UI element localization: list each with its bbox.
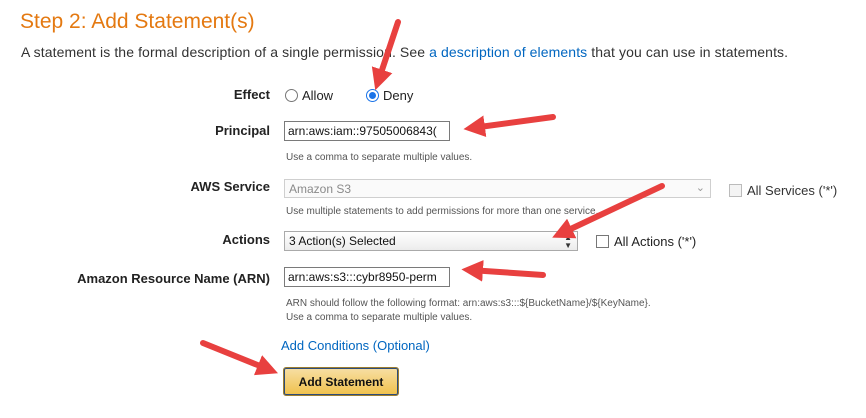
intro-text-after: that you can use in statements. (587, 44, 789, 60)
effect-allow-radio[interactable] (285, 89, 298, 102)
updown-icon: ▲ ▼ (564, 233, 572, 250)
all-actions-checkbox[interactable] (596, 235, 609, 248)
effect-label: Effect (233, 87, 270, 102)
aws-service-select[interactable]: Amazon S3 ⌄ (284, 179, 711, 198)
arrow-to-principal-icon (463, 114, 556, 137)
all-services-label: All Services ('*') (747, 183, 838, 198)
aws-service-value: Amazon S3 (289, 182, 352, 196)
intro-text: A statement is the formal description of… (21, 44, 788, 60)
arn-label: Amazon Resource Name (ARN) (77, 271, 270, 286)
effect-deny-label: Deny (383, 88, 414, 103)
aws-service-label: AWS Service (190, 179, 271, 194)
effect-allow-option[interactable]: Allow (285, 88, 333, 103)
arrow-to-add-statement-icon (200, 340, 279, 376)
principal-input[interactable]: arn:aws:iam::97505006843( (284, 121, 450, 141)
principal-label: Principal (215, 123, 270, 138)
arn-hint-format: ARN should follow the following format: … (286, 298, 651, 309)
description-of-elements-link[interactable]: a description of elements (429, 44, 587, 60)
arrow-to-arn-icon (461, 260, 546, 282)
arn-input[interactable]: arn:aws:s3:::cybr8950-perm (284, 267, 450, 287)
actions-label: Actions (222, 232, 270, 247)
add-statement-button[interactable]: Add Statement (283, 367, 399, 396)
step-title: Step 2: Add Statement(s) (20, 10, 255, 33)
intro-text-before: A statement is the formal description of… (21, 44, 430, 60)
all-actions-label: All Actions ('*') (614, 234, 697, 249)
chevron-down-icon: ⌄ (695, 182, 705, 194)
all-actions-option[interactable]: All Actions ('*') (596, 234, 696, 249)
aws-service-hint: Use multiple statements to add permissio… (286, 206, 599, 217)
actions-select[interactable]: 3 Action(s) Selected ▲ ▼ (284, 231, 578, 251)
arn-hint-comma: Use a comma to separate multiple values. (286, 312, 473, 323)
effect-deny-option[interactable]: Deny (366, 88, 413, 103)
add-conditions-link[interactable]: Add Conditions (Optional) (281, 338, 430, 353)
effect-deny-radio[interactable] (366, 89, 379, 102)
all-services-option[interactable]: All Services ('*') (729, 183, 837, 198)
principal-hint: Use a comma to separate multiple values. (286, 152, 473, 163)
effect-allow-label: Allow (302, 88, 334, 103)
all-services-checkbox[interactable] (729, 184, 742, 197)
actions-value: 3 Action(s) Selected (289, 234, 396, 248)
